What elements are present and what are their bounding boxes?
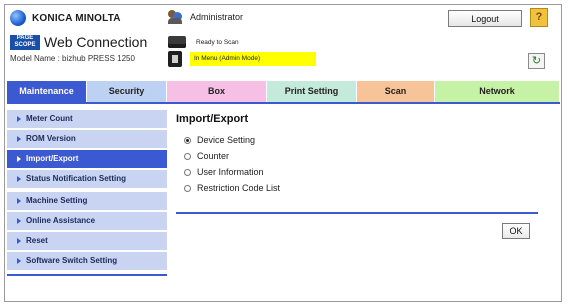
option-user-information[interactable]: User Information (184, 164, 280, 180)
option-label: Restriction Code List (197, 183, 281, 193)
tab-maintenance[interactable]: Maintenance (7, 81, 87, 102)
sidebar-bottom-rule (7, 274, 167, 276)
brand: KONICA MINOLTA (10, 10, 121, 26)
radio-button[interactable] (184, 184, 191, 192)
arrow-right-icon (17, 257, 21, 264)
user-info: Administrator (168, 10, 243, 24)
tab-box[interactable]: Box (167, 81, 267, 102)
brand-name: KONICA MINOLTA (32, 12, 121, 24)
sidebar-item-machine-setting[interactable]: Machine Setting (7, 192, 167, 210)
machine-status-icon (168, 51, 182, 67)
mode-status-text: In Menu (Admin Mode) (190, 52, 316, 66)
app-title: Web Connection (44, 34, 148, 50)
tab-security[interactable]: Security (87, 81, 167, 102)
arrow-right-icon (17, 175, 21, 182)
refresh-icon[interactable]: ↻ (528, 53, 545, 69)
mode-status: In Menu (Admin Mode) (168, 51, 316, 67)
help-icon[interactable]: ? (530, 8, 548, 27)
user-name: Administrator (190, 12, 244, 22)
model-name: Model Name : bizhub PRESS 1250 (10, 54, 135, 63)
page-title: Import/Export (176, 113, 249, 125)
tab-scan[interactable]: Scan (357, 81, 435, 102)
option-device-setting[interactable]: Device Setting (184, 132, 280, 148)
arrow-right-icon (17, 197, 21, 204)
tab-network[interactable]: Network (435, 81, 560, 102)
pagescope-header: PAGE SCOPE Web Connection (10, 34, 147, 50)
radio-button[interactable] (184, 152, 191, 160)
arrow-right-icon (17, 155, 21, 162)
import-export-options: Device Setting Counter User Information … (184, 132, 280, 196)
arrow-right-icon (17, 135, 21, 142)
sidebar-item-online-assistance[interactable]: Online Assistance (7, 212, 167, 230)
sidebar-item-reset[interactable]: Reset (7, 232, 167, 250)
tab-print-setting[interactable]: Print Setting (267, 81, 357, 102)
sidebar-item-meter-count[interactable]: Meter Count (7, 110, 167, 128)
option-restriction-code-list[interactable]: Restriction Code List (184, 180, 280, 196)
option-label: Device Setting (197, 135, 256, 145)
tab-underline (7, 102, 560, 104)
arrow-right-icon (17, 115, 21, 122)
scan-status: Ready to Scan (168, 36, 239, 48)
administrator-icon (168, 10, 184, 24)
konica-minolta-logo-icon (10, 10, 26, 26)
option-label: Counter (197, 151, 230, 161)
scanner-icon (168, 36, 186, 48)
pagescope-logo-icon: PAGE SCOPE (10, 34, 40, 50)
sidebar-item-software-switch-setting[interactable]: Software Switch Setting (7, 252, 167, 270)
sidebar: Meter Count ROM Version Import/Export St… (7, 110, 167, 272)
sidebar-item-import-export[interactable]: Import/Export (7, 150, 167, 168)
option-counter[interactable]: Counter (184, 148, 280, 164)
radio-button[interactable] (184, 136, 191, 144)
sidebar-item-status-notification-setting[interactable]: Status Notification Setting (7, 170, 167, 188)
logout-button[interactable]: Logout (448, 10, 522, 27)
ok-button[interactable]: OK (502, 223, 530, 239)
content-divider (176, 212, 538, 214)
radio-button[interactable] (184, 168, 191, 176)
option-label: User Information (197, 167, 264, 177)
scan-status-text: Ready to Scan (196, 38, 239, 46)
sidebar-item-rom-version[interactable]: ROM Version (7, 130, 167, 148)
arrow-right-icon (17, 237, 21, 244)
arrow-right-icon (17, 217, 21, 224)
main-tabs: Maintenance Security Box Print Setting S… (7, 81, 560, 102)
